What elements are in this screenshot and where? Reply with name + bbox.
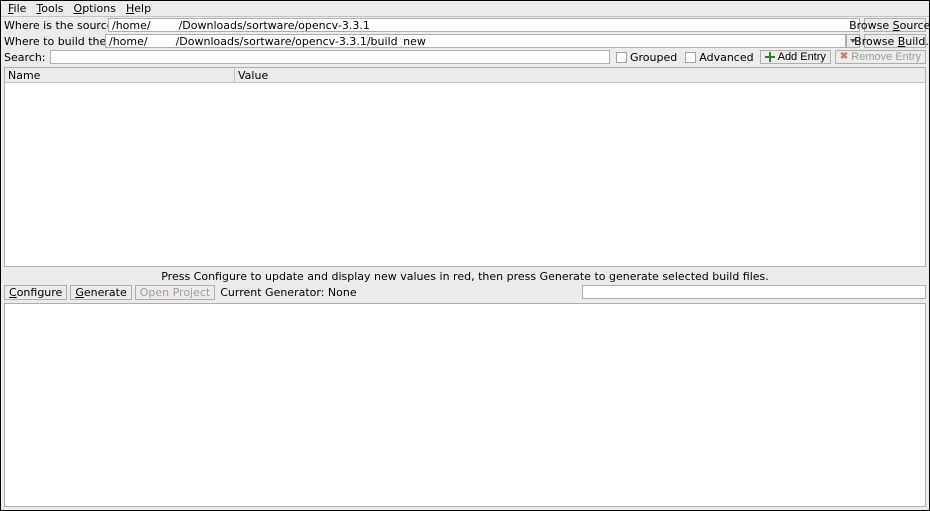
advanced-checkbox[interactable]: Advanced xyxy=(683,51,755,64)
source-label: Where is the source code: xyxy=(4,19,104,32)
open-project-button: Open Project xyxy=(135,285,216,300)
build-label: Where to build the binaries: xyxy=(4,35,101,48)
search-label: Search: xyxy=(4,51,46,64)
search-row: Search: Grouped Advanced Add Entry ✖ Rem… xyxy=(1,49,929,65)
browse-build-button[interactable]: Browse Build... xyxy=(864,34,926,48)
column-header-name[interactable]: Name xyxy=(5,68,235,82)
configure-button[interactable]: Configure xyxy=(4,285,67,300)
column-header-value[interactable]: Value xyxy=(235,68,925,82)
progress-bar xyxy=(582,285,926,299)
menu-tools[interactable]: Tools xyxy=(32,2,67,15)
source-row: Where is the source code: Browse Source.… xyxy=(1,17,929,33)
build-row: Where to build the binaries: Browse Buil… xyxy=(1,33,929,49)
output-panel[interactable] xyxy=(4,303,926,507)
source-path-input[interactable] xyxy=(108,18,860,32)
menu-bar: File Tools Options Help xyxy=(1,1,929,17)
grouped-checkbox[interactable]: Grouped xyxy=(614,51,679,64)
menu-file[interactable]: File xyxy=(4,2,30,15)
menu-help[interactable]: Help xyxy=(122,2,155,15)
action-row: Configure Generate Open Project Current … xyxy=(1,283,929,301)
checkbox-icon xyxy=(616,52,627,63)
add-entry-button[interactable]: Add Entry xyxy=(760,50,831,64)
checkbox-icon xyxy=(685,52,696,63)
configure-hint: Press Configure to update and display ne… xyxy=(1,269,929,283)
current-generator-label: Current Generator: None xyxy=(220,286,356,299)
cache-table-body[interactable] xyxy=(5,83,925,266)
browse-source-button[interactable]: Browse Source... xyxy=(864,18,926,32)
remove-entry-button[interactable]: ✖ Remove Entry xyxy=(835,50,926,64)
plus-icon xyxy=(765,52,775,62)
cache-table: Name Value xyxy=(4,67,926,267)
generate-button[interactable]: Generate xyxy=(70,285,131,300)
menu-options[interactable]: Options xyxy=(70,2,120,15)
search-input[interactable] xyxy=(50,50,611,64)
x-icon: ✖ xyxy=(840,52,848,62)
build-path-input[interactable] xyxy=(105,34,846,48)
cache-table-header: Name Value xyxy=(5,68,925,83)
